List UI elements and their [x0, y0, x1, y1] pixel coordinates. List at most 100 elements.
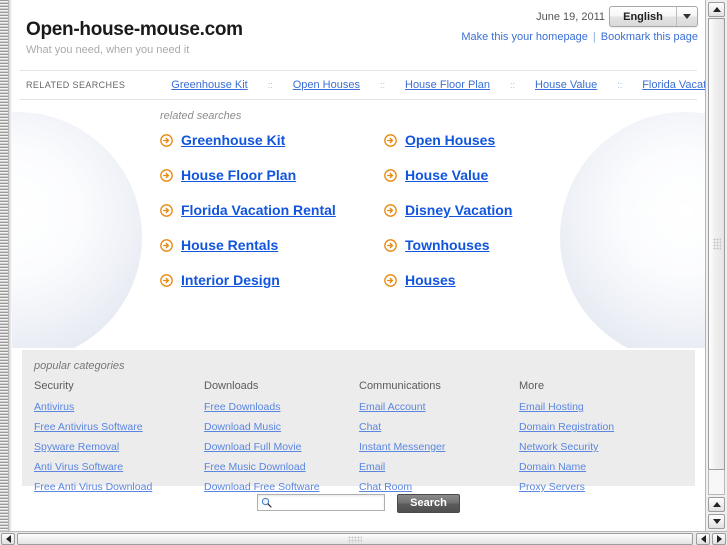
list-item: Domain Registration	[519, 419, 679, 433]
category-link[interactable]: Spyware Removal	[34, 441, 119, 453]
category-link[interactable]: Free Downloads	[204, 401, 280, 413]
browser-viewport: Open-house-mouse.com What you need, when…	[0, 0, 727, 545]
related-search-link[interactable]: Houses	[405, 272, 456, 288]
triangle-up-icon	[712, 7, 721, 12]
category-link[interactable]: Chat	[359, 421, 381, 433]
related-search-item[interactable]: Interior Design	[160, 272, 384, 288]
related-search-link[interactable]: Florida Vacation Rental	[181, 202, 336, 218]
horizontal-scrollbar[interactable]	[0, 531, 727, 545]
search-button[interactable]: Search	[397, 494, 460, 513]
relbar-dots-1: ::	[379, 80, 385, 90]
list-item: Domain Name	[519, 459, 679, 473]
horizontal-scrollbar-thumb[interactable]	[17, 533, 693, 545]
header-links-separator: |	[592, 31, 596, 43]
list-item: Free Downloads	[204, 399, 359, 413]
popular-categories-panel: popular categories Security Antivirus Fr…	[22, 350, 695, 493]
category-link[interactable]: Domain Registration	[519, 421, 614, 433]
relbar-item-2: House Floor Plan	[405, 79, 490, 91]
scroll-up-button-bottom[interactable]	[708, 497, 725, 512]
category-link[interactable]: Free Antivirus Software	[34, 421, 143, 433]
magnifier-icon	[262, 497, 272, 508]
related-search-item[interactable]: House Rentals	[160, 237, 384, 253]
relbar-link-2[interactable]: House Floor Plan	[405, 79, 490, 91]
category-link[interactable]: Download Music	[204, 421, 281, 433]
relbar-dots-3: ::	[617, 80, 623, 90]
vertical-scrollbar[interactable]	[705, 0, 727, 531]
window-left-gutter-shadow	[9, 0, 12, 531]
related-search-item[interactable]: Greenhouse Kit	[160, 132, 384, 148]
circle-arrow-right-icon	[160, 203, 173, 217]
category-link[interactable]: Download Full Movie	[204, 441, 301, 453]
related-search-link[interactable]: Townhouses	[405, 237, 490, 253]
make-homepage-link[interactable]: Make this your homepage	[461, 31, 588, 43]
related-searches-caption: related searches	[160, 110, 242, 122]
scrollbar-grip-icon	[348, 535, 362, 543]
vertical-scrollbar-thumb[interactable]	[708, 18, 725, 470]
category-title: Downloads	[204, 380, 259, 392]
related-search-link[interactable]: Disney Vacation	[405, 202, 512, 218]
language-select[interactable]: English	[609, 6, 698, 27]
related-search-item[interactable]: Disney Vacation	[384, 202, 608, 218]
category-link-list: Email Account Chat Instant Messenger Ema…	[359, 399, 519, 493]
category-link[interactable]: Instant Messenger	[359, 441, 445, 453]
bookmark-page-link[interactable]: Bookmark this page	[601, 31, 698, 43]
list-item: Spyware Removal	[34, 439, 204, 453]
list-item: Free Antivirus Software	[34, 419, 204, 433]
category-link[interactable]: Email	[359, 461, 385, 473]
language-select-label: English	[623, 10, 663, 23]
related-searches-label: RELATED SEARCHES	[26, 80, 126, 90]
list-item: Network Security	[519, 439, 679, 453]
list-item: Email Hosting	[519, 399, 679, 413]
relbar-item-3: House Value	[535, 79, 597, 91]
category-link[interactable]: Email Account	[359, 401, 426, 413]
site-search-bar: Search	[12, 486, 705, 528]
list-item: Free Music Download	[204, 459, 359, 473]
scroll-up-button-top[interactable]	[708, 2, 725, 17]
popular-categories-caption: popular categories	[34, 360, 125, 372]
related-search-link[interactable]: Greenhouse Kit	[181, 132, 285, 148]
relbar-dots-0: ::	[267, 80, 273, 90]
category-title: Security	[34, 380, 74, 392]
scroll-down-button[interactable]	[708, 514, 725, 529]
category-link-list: Free Downloads Download Music Download F…	[204, 399, 359, 493]
relbar-link-4[interactable]: Florida Vacation Rental	[642, 79, 705, 91]
related-search-item[interactable]: House Floor Plan	[160, 167, 384, 183]
scroll-left-button-right-group[interactable]	[696, 533, 710, 545]
category-link[interactable]: Free Music Download	[204, 461, 306, 473]
relbar-link-1[interactable]: Open Houses	[293, 79, 360, 91]
category-column-security: Security Antivirus Free Antivirus Softwa…	[34, 380, 204, 499]
relbar-link-0[interactable]: Greenhouse Kit	[171, 79, 247, 91]
category-link[interactable]: Antivirus	[34, 401, 74, 413]
scroll-left-button[interactable]	[1, 533, 15, 545]
category-link[interactable]: Network Security	[519, 441, 598, 453]
related-search-item[interactable]: Open Houses	[384, 132, 608, 148]
category-column-communications: Communications Email Account Chat Instan…	[359, 380, 519, 499]
scrollbar-grip-icon	[712, 238, 721, 250]
relbar-item-1: Open Houses	[293, 79, 360, 91]
related-search-item[interactable]: Florida Vacation Rental	[160, 202, 384, 218]
related-search-item[interactable]: Townhouses	[384, 237, 608, 253]
related-search-item[interactable]: House Value	[384, 167, 608, 183]
related-search-link[interactable]: Interior Design	[181, 272, 280, 288]
related-search-item[interactable]: Houses	[384, 272, 608, 288]
triangle-left-icon	[5, 535, 11, 543]
related-search-link[interactable]: House Floor Plan	[181, 167, 296, 183]
category-link[interactable]: Email Hosting	[519, 401, 584, 413]
circle-arrow-right-icon	[384, 238, 397, 252]
relbar-link-3[interactable]: House Value	[535, 79, 597, 91]
circle-arrow-right-icon	[160, 273, 173, 287]
related-search-link[interactable]: House Rentals	[181, 237, 278, 253]
triangle-up-icon	[712, 502, 721, 507]
list-item: Antivirus	[34, 399, 204, 413]
category-link[interactable]: Domain Name	[519, 461, 586, 473]
related-searches-grid: Greenhouse Kit Open Houses House Floor P…	[160, 132, 705, 288]
search-input[interactable]	[275, 496, 385, 509]
related-search-link[interactable]: Open Houses	[405, 132, 495, 148]
circle-arrow-right-icon	[384, 273, 397, 287]
triangle-down-icon	[712, 519, 721, 524]
category-link[interactable]: Anti Virus Software	[34, 461, 123, 473]
search-field-wrapper[interactable]	[257, 494, 386, 511]
scroll-right-button[interactable]	[712, 533, 726, 545]
page-header: Open-house-mouse.com What you need, when…	[12, 0, 705, 70]
related-search-link[interactable]: House Value	[405, 167, 488, 183]
